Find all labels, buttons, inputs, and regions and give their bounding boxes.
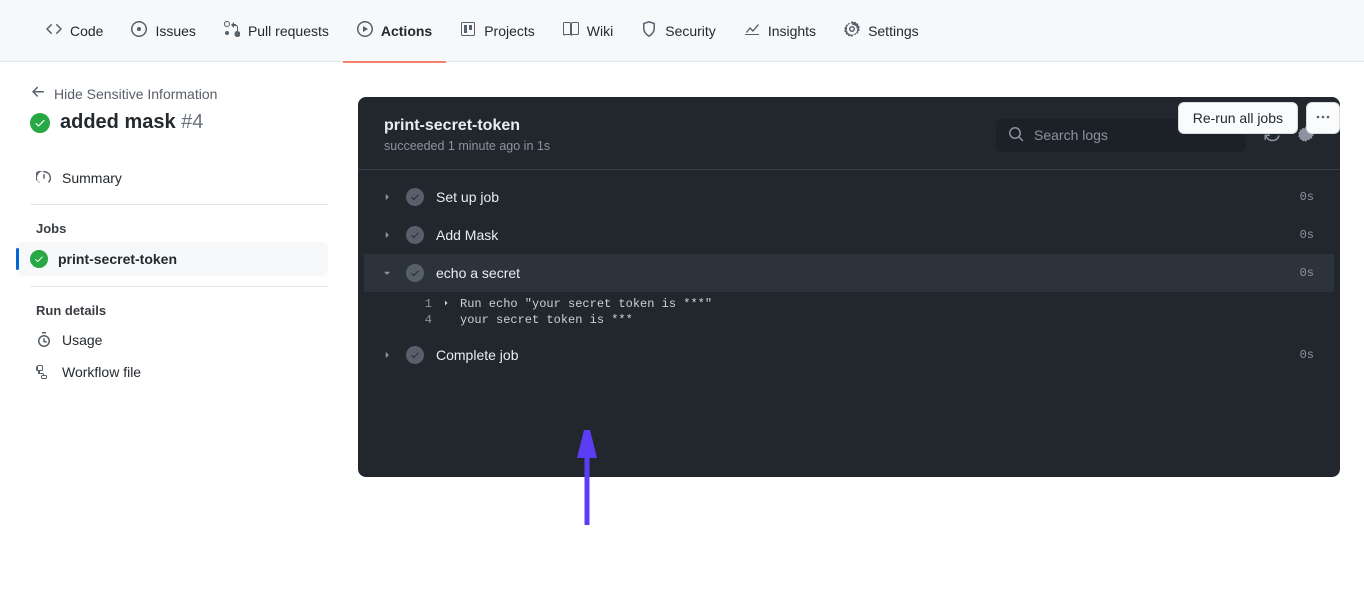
chevron-right-icon [380, 350, 394, 360]
check-icon [406, 226, 424, 244]
tab-label: Projects [484, 23, 535, 39]
play-icon [357, 21, 373, 40]
step-name: Add Mask [436, 227, 1288, 243]
check-icon [406, 188, 424, 206]
kebab-menu-button[interactable] [1306, 102, 1340, 134]
sidebar-job-item[interactable]: print-secret-token [16, 242, 328, 276]
repo-tabnav: Code Issues Pull requests Actions Projec… [0, 0, 1364, 62]
issue-icon [131, 21, 147, 40]
sidebar-item-summary[interactable]: Summary [30, 162, 328, 194]
run-sidebar: Hide Sensitive Information added mask #4… [0, 62, 358, 517]
log-line-text: your secret token is *** [460, 313, 1334, 327]
log-line[interactable]: 1 Run echo "your secret token is ***" [364, 296, 1334, 312]
book-icon [563, 21, 579, 40]
step-row[interactable]: echo a secret 0s [364, 254, 1334, 292]
gear-icon [844, 21, 860, 40]
tab-label: Issues [155, 23, 195, 39]
step-duration: 0s [1300, 228, 1314, 242]
job-log-panel: print-secret-token succeeded 1 minute ag… [358, 97, 1340, 477]
arrow-left-icon [30, 84, 46, 103]
job-title: print-secret-token [384, 117, 550, 135]
graph-icon [744, 21, 760, 40]
sidebar-job-label: print-secret-token [58, 251, 177, 267]
tab-label: Settings [868, 23, 919, 39]
tab-label: Wiki [587, 23, 613, 39]
sidebar-section-run-details: Run details [30, 297, 328, 324]
check-circle-icon [30, 113, 50, 133]
log-line-text: Run echo "your secret token is ***" [460, 297, 1334, 311]
code-icon [46, 21, 62, 40]
step-row[interactable]: Set up job 0s [364, 178, 1334, 216]
workflow-icon [36, 364, 52, 380]
step-duration: 0s [1300, 266, 1314, 280]
tab-label: Actions [381, 23, 432, 39]
tab-label: Security [665, 23, 716, 39]
meter-icon [36, 170, 52, 186]
tab-insights[interactable]: Insights [730, 0, 830, 62]
log-line-number: 4 [408, 313, 432, 327]
sidebar-item-usage[interactable]: Usage [30, 324, 328, 356]
project-icon [460, 21, 476, 40]
step-name: echo a secret [436, 265, 1288, 281]
caret-right-icon [442, 297, 450, 305]
run-title: added mask #4 [60, 111, 203, 134]
job-subtitle: succeeded 1 minute ago in 1s [384, 139, 550, 153]
chevron-down-icon [380, 268, 394, 278]
kebab-icon [1315, 109, 1331, 128]
rerun-all-jobs-button[interactable]: Re-run all jobs [1178, 102, 1298, 134]
tab-wiki[interactable]: Wiki [549, 0, 627, 62]
sidebar-section-jobs: Jobs [30, 215, 328, 242]
run-number: #4 [181, 111, 203, 133]
tab-security[interactable]: Security [627, 0, 730, 62]
chevron-right-icon [380, 192, 394, 202]
tab-code[interactable]: Code [32, 0, 117, 62]
run-title-row: added mask #4 [30, 111, 328, 134]
check-icon [406, 346, 424, 364]
tab-actions[interactable]: Actions [343, 0, 446, 62]
step-log: 1 Run echo "your secret token is ***" 4 … [364, 292, 1334, 336]
sidebar-item-label: Summary [62, 170, 122, 186]
step-name: Complete job [436, 347, 1288, 363]
sidebar-item-label: Usage [62, 332, 102, 348]
breadcrumb-back[interactable]: Hide Sensitive Information [30, 84, 328, 103]
sidebar-item-label: Workflow file [62, 364, 141, 380]
step-row[interactable]: Add Mask 0s [364, 216, 1334, 254]
search-icon [1008, 126, 1024, 145]
pull-request-icon [224, 21, 240, 40]
step-duration: 0s [1300, 348, 1314, 362]
chevron-right-icon [380, 230, 394, 240]
step-row[interactable]: Complete job 0s [364, 336, 1334, 374]
breadcrumb-label: Hide Sensitive Information [54, 86, 217, 102]
tab-label: Insights [768, 23, 816, 39]
tab-label: Pull requests [248, 23, 329, 39]
tab-settings[interactable]: Settings [830, 0, 933, 62]
divider [30, 204, 328, 205]
step-name: Set up job [436, 189, 1288, 205]
check-circle-icon [30, 250, 48, 268]
divider [30, 286, 328, 287]
log-line-number: 1 [408, 297, 432, 311]
step-duration: 0s [1300, 190, 1314, 204]
check-icon [406, 264, 424, 282]
tab-pull-requests[interactable]: Pull requests [210, 0, 343, 62]
run-header-actions: Re-run all jobs [1178, 102, 1340, 134]
stopwatch-icon [36, 332, 52, 348]
tab-label: Code [70, 23, 103, 39]
shield-icon [641, 21, 657, 40]
log-line[interactable]: 4 your secret token is *** [364, 312, 1334, 328]
tab-issues[interactable]: Issues [117, 0, 209, 62]
sidebar-item-workflow-file[interactable]: Workflow file [30, 356, 328, 388]
tab-projects[interactable]: Projects [446, 0, 549, 62]
